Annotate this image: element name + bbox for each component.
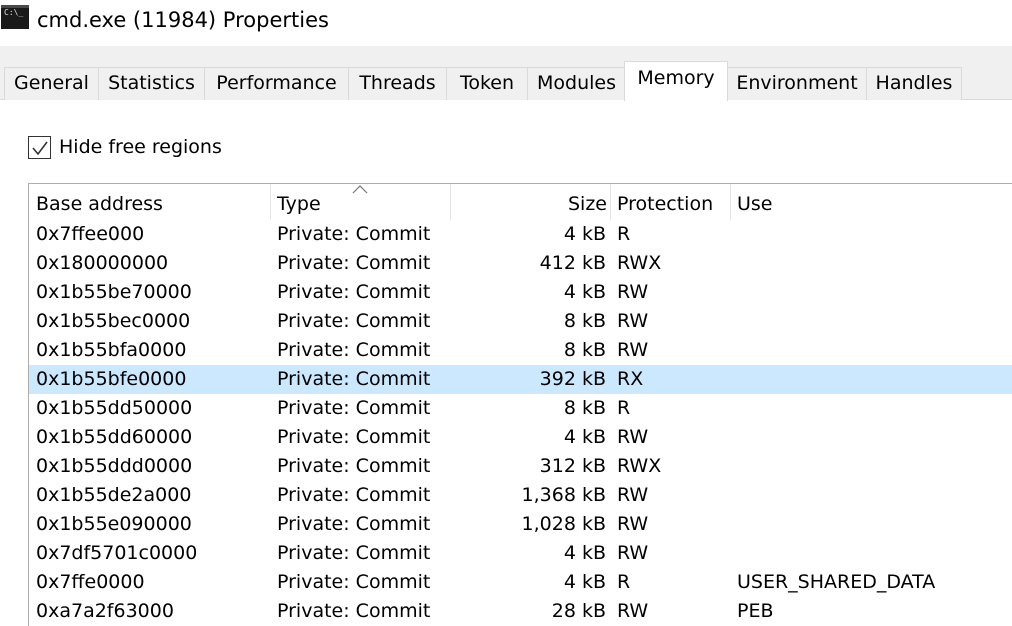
cell-base-address: 0x1b55be70000 (36, 281, 192, 303)
table-row[interactable]: 0xa7a2f63000 Private: Commit 28 kB RW PEB (29, 597, 1012, 626)
cell-protection: RW (617, 281, 649, 303)
cell-base-address: 0x1b55dd50000 (36, 397, 193, 419)
cell-size: 312 kB (539, 455, 606, 477)
tab-threads[interactable]: Threads (348, 67, 447, 100)
cell-base-address: 0x7ffe0000 (36, 571, 145, 593)
cell-type: Private: Commit (277, 339, 431, 361)
cell-size: 412 kB (539, 252, 606, 274)
cell-type: Private: Commit (277, 252, 431, 274)
table-row[interactable]: 0x1b55bec0000 Private: Commit 8 kB RW (29, 307, 1012, 336)
list-body: 0x7ffee000 Private: Commit 4 kB R 0x18000000… (29, 220, 1012, 626)
cell-size: 8 kB (563, 397, 606, 419)
cell-type: Private: Commit (277, 397, 431, 419)
hide-free-regions-label: Hide free regions (59, 136, 222, 158)
cell-size: 4 kB (563, 426, 606, 448)
table-row[interactable]: 0x1b55bfe0000 Private: Commit 392 kB RX (29, 365, 1012, 394)
cell-base-address: 0x7ffee000 (36, 223, 145, 245)
cell-size: 8 kB (563, 310, 606, 332)
cell-base-address: 0x1b55bfa0000 (36, 339, 187, 361)
table-row[interactable]: 0x7df5701c0000 Private: Commit 4 kB RW (29, 539, 1012, 568)
cell-protection: RW (617, 484, 649, 506)
cell-base-address: 0x1b55ddd0000 (36, 455, 193, 477)
hide-free-regions-checkbox[interactable]: Hide free regions (28, 134, 222, 160)
cell-protection: RWX (617, 455, 662, 477)
cell-base-address: 0x1b55bec0000 (36, 310, 191, 332)
table-row[interactable]: 0x1b55dd50000 Private: Commit 8 kB R (29, 394, 1012, 423)
tab-statistics[interactable]: Statistics (98, 67, 205, 100)
cell-type: Private: Commit (277, 426, 431, 448)
cell-size: 392 kB (539, 368, 606, 390)
window-title: cmd.exe (11984) Properties (37, 8, 329, 32)
table-row[interactable]: 0x7ffe0000 Private: Commit 4 kB R USER_SHARE… (29, 568, 1012, 597)
cell-protection: RW (617, 513, 649, 535)
cell-type: Private: Commit (277, 223, 431, 245)
checkmark-icon (32, 141, 48, 155)
cell-protection: RWX (617, 252, 662, 274)
title-bar[interactable]: C:\_ cmd.exe (11984) Properties (0, 0, 1012, 46)
checkbox-box[interactable] (28, 135, 51, 159)
cell-size: 4 kB (563, 223, 606, 245)
table-row[interactable]: 0x1b55dd60000 Private: Commit 4 kB RW (29, 423, 1012, 452)
table-row[interactable]: 0x180000000 Private: Commit 412 kB RWX (29, 249, 1012, 278)
list-header: Base address Type Size Protection Use (29, 184, 1012, 220)
cell-type: Private: Commit (277, 484, 431, 506)
tab-memory[interactable]: Memory (624, 61, 728, 101)
cell-protection: RW (617, 339, 649, 361)
table-row[interactable]: 0x1b55de2a000 Private: Commit 1,368 kB RW (29, 481, 1012, 510)
cell-type: Private: Commit (277, 455, 431, 477)
tab-strip: General Statistics Performance Threads T… (0, 46, 1012, 101)
cell-type: Private: Commit (277, 600, 431, 622)
tab-token[interactable]: Token (446, 67, 528, 100)
cell-base-address: 0x1b55de2a000 (36, 484, 192, 506)
cell-base-address: 0x1b55e090000 (36, 513, 192, 535)
cell-base-address: 0x7df5701c0000 (36, 542, 198, 564)
tab-modules[interactable]: Modules (527, 67, 626, 100)
tab-environment[interactable]: Environment (727, 67, 867, 100)
properties-window: C:\_ cmd.exe (11984) Properties General … (0, 0, 1012, 626)
table-row[interactable]: 0x7ffee000 Private: Commit 4 kB R (29, 220, 1012, 249)
cell-protection: RW (617, 600, 649, 622)
memory-list[interactable]: Base address Type Size Protection Use 0x… (28, 183, 1012, 626)
cell-size: 28 kB (551, 600, 606, 622)
cell-base-address: 0x1b55bfe0000 (36, 368, 187, 390)
column-base-address[interactable]: Base address (29, 184, 271, 220)
cell-base-address: 0x1b55dd60000 (36, 426, 193, 448)
cell-base-address: 0x180000000 (36, 252, 169, 274)
cell-protection: RW (617, 426, 649, 448)
cell-use: PEB (737, 600, 774, 622)
cell-size: 4 kB (563, 542, 606, 564)
cell-size: 4 kB (563, 281, 606, 303)
column-use[interactable]: Use (731, 184, 1012, 220)
cell-use: USER_SHARED_DATA (737, 571, 936, 593)
cell-type: Private: Commit (277, 310, 431, 332)
tab-handles[interactable]: Handles (866, 67, 962, 100)
table-row[interactable]: 0x1b55ddd0000 Private: Commit 312 kB RWX (29, 452, 1012, 481)
cell-protection: R (617, 397, 631, 419)
column-protection[interactable]: Protection (611, 184, 731, 220)
cell-protection: RW (617, 310, 649, 332)
cell-type: Private: Commit (277, 571, 431, 593)
cmd-icon: C:\_ (1, 5, 29, 29)
sort-ascending-icon (352, 185, 368, 194)
table-row[interactable]: 0x1b55bfa0000 Private: Commit 8 kB RW (29, 336, 1012, 365)
column-size[interactable]: Size (451, 184, 611, 220)
cell-size: 1,368 kB (521, 484, 606, 506)
cell-size: 1,028 kB (521, 513, 606, 535)
cell-type: Private: Commit (277, 281, 431, 303)
table-row[interactable]: 0x1b55e090000 Private: Commit 1,028 kB RW (29, 510, 1012, 539)
cell-protection: RW (617, 542, 649, 564)
cell-type: Private: Commit (277, 513, 431, 535)
tab-performance[interactable]: Performance (204, 67, 349, 100)
cell-protection: RX (617, 368, 644, 390)
cell-protection: R (617, 223, 631, 245)
cell-size: 8 kB (563, 339, 606, 361)
cell-base-address: 0xa7a2f63000 (36, 600, 174, 622)
table-row[interactable]: 0x1b55be70000 Private: Commit 4 kB RW (29, 278, 1012, 307)
cell-size: 4 kB (563, 571, 606, 593)
cell-type: Private: Commit (277, 368, 431, 390)
cell-type: Private: Commit (277, 542, 431, 564)
tab-general[interactable]: General (4, 67, 99, 100)
cell-protection: R (617, 571, 631, 593)
